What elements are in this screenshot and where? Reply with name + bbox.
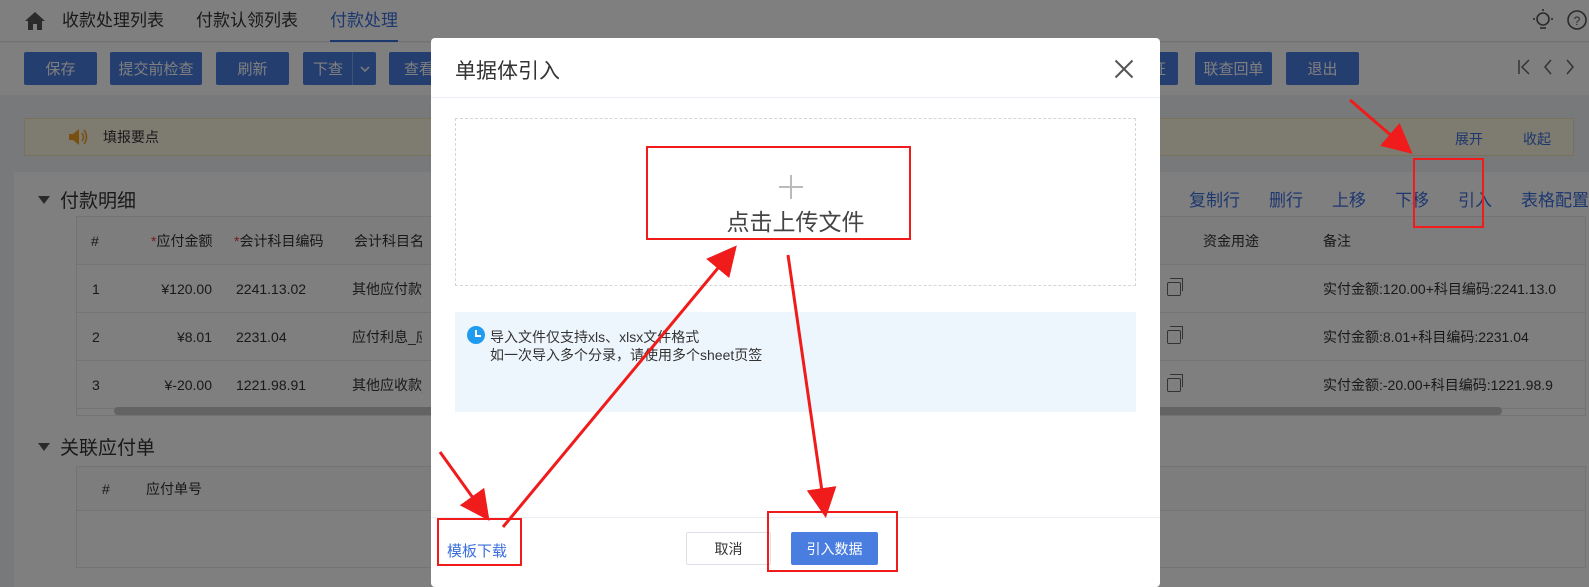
arrow-to-import-button (786, 254, 837, 518)
annotation-arrows (438, 98, 1413, 528)
arrow-to-upload (501, 245, 737, 528)
arrow-to-template (438, 451, 490, 521)
arrow-to-import-link (1349, 98, 1413, 154)
